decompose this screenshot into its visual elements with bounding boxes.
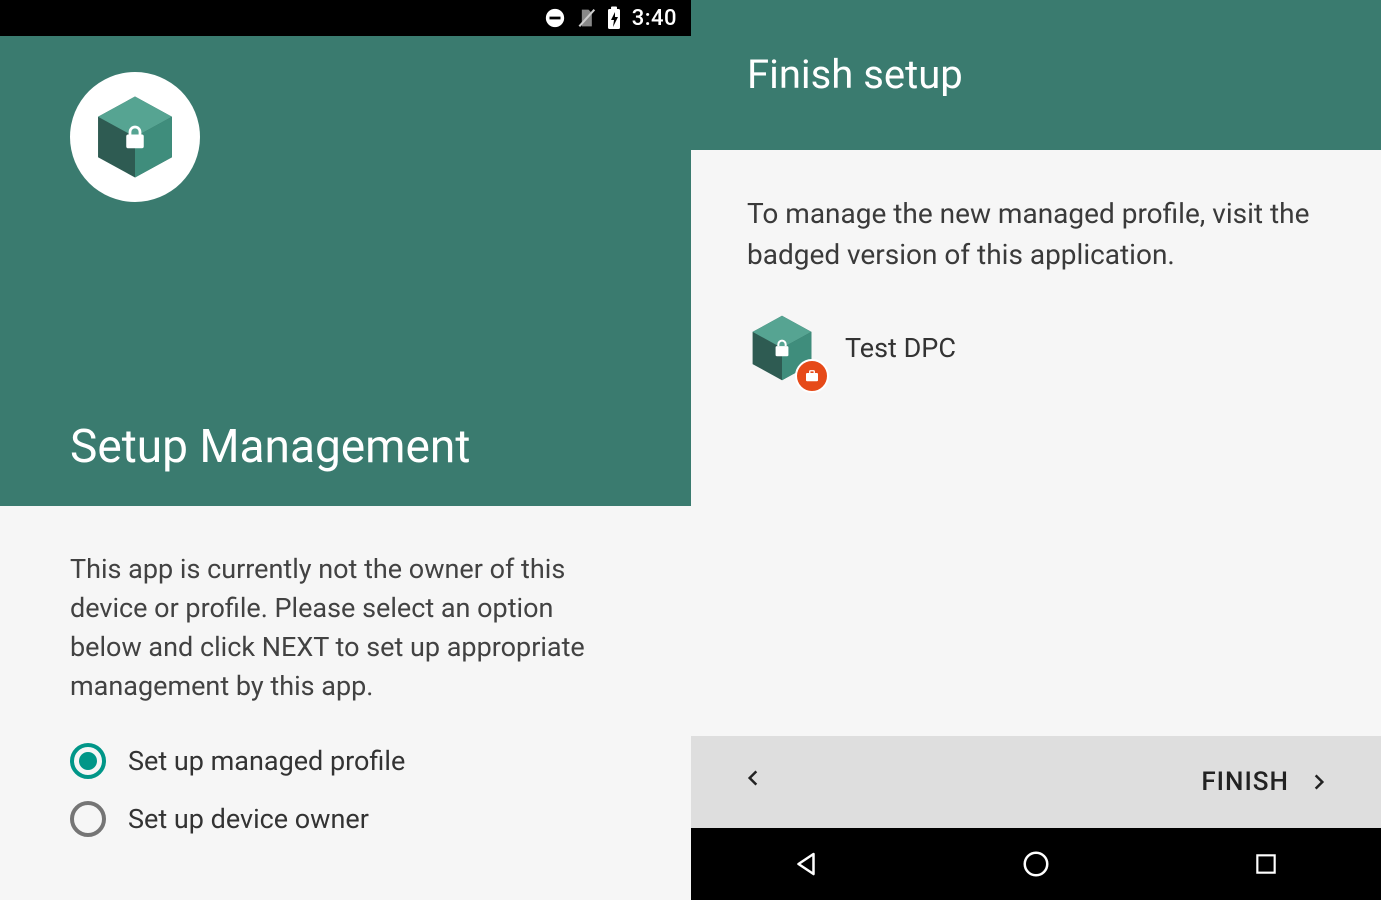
battery-charging-icon — [606, 6, 622, 30]
lock-icon — [120, 122, 150, 152]
app-hexagon-icon — [91, 93, 179, 181]
nav-back-button[interactable] — [786, 844, 826, 884]
option-label: Set up device owner — [128, 803, 369, 835]
page-title: Finish setup — [747, 51, 963, 98]
nav-home-button[interactable] — [1016, 844, 1056, 884]
no-sim-icon — [576, 7, 596, 29]
footer-bar: FINISH — [691, 736, 1381, 828]
screen-setup-management: 3:40 Setup Management Thi — [0, 0, 691, 900]
content-area: This app is currently not the owner of t… — [0, 506, 691, 837]
content-area: To manage the new managed profile, visit… — [691, 150, 1381, 383]
radio-icon — [70, 801, 106, 837]
options-group: Set up managed profile Set up device own… — [70, 743, 621, 837]
chevron-right-icon — [1309, 769, 1329, 795]
description-text: This app is currently not the owner of t… — [70, 550, 621, 707]
page-title: Setup Management — [70, 420, 621, 474]
option-device-owner[interactable]: Set up device owner — [70, 801, 621, 837]
description-text: To manage the new managed profile, visit… — [747, 194, 1325, 275]
app-entry[interactable]: Test DPC — [747, 313, 1325, 383]
app-icon — [747, 313, 817, 383]
app-logo-badge — [70, 72, 200, 202]
option-managed-profile[interactable]: Set up managed profile — [70, 743, 621, 779]
option-label: Set up managed profile — [128, 745, 405, 777]
navigation-bar — [691, 828, 1381, 900]
screen-finish-setup: Finish setup To manage the new managed p… — [691, 0, 1381, 900]
header: Finish setup — [691, 0, 1381, 150]
finish-label: FINISH — [1201, 767, 1289, 797]
lock-icon — [771, 337, 793, 359]
header: Setup Management — [0, 36, 691, 506]
finish-button[interactable]: FINISH — [1201, 767, 1329, 797]
radio-icon — [70, 743, 106, 779]
do-not-disturb-icon — [544, 7, 566, 29]
app-name-label: Test DPC — [845, 332, 956, 364]
work-badge-icon — [795, 359, 829, 393]
nav-recents-button[interactable] — [1246, 844, 1286, 884]
status-time: 3:40 — [632, 6, 677, 31]
back-button[interactable] — [743, 762, 763, 802]
status-bar: 3:40 — [0, 0, 691, 36]
